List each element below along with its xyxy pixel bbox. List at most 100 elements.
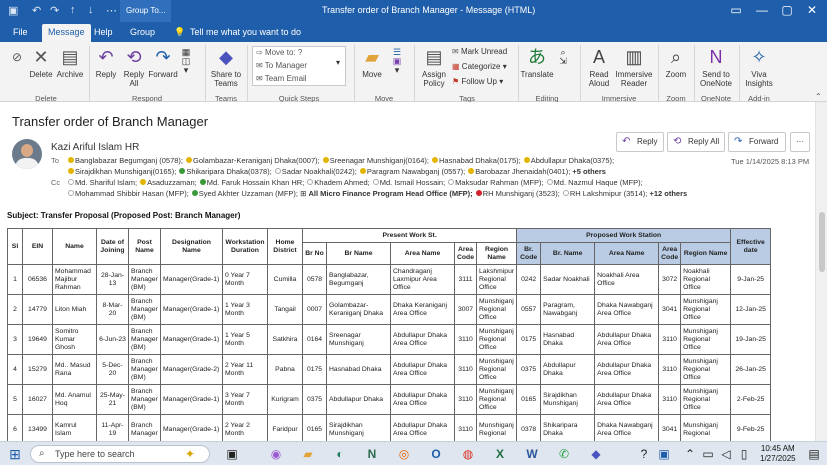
recipient[interactable]: Abdullapur Dhaka(0375); bbox=[531, 156, 614, 165]
redo-icon[interactable]: ↷ bbox=[50, 4, 59, 17]
cell-present-area-code: 3110 bbox=[454, 354, 477, 385]
context-tab-group[interactable]: Group To... bbox=[120, 0, 172, 22]
zoom-button[interactable]: ⌕ Zoom bbox=[661, 46, 691, 79]
forward-button[interactable]: ↷ Forward bbox=[148, 46, 178, 79]
delete-button[interactable]: ✕ Delete bbox=[28, 46, 54, 79]
down-arrow-icon[interactable]: ↓ bbox=[88, 4, 94, 16]
send-to-onenote-button[interactable]: N Send to OneNote bbox=[697, 46, 735, 88]
mark-unread-button[interactable]: ✉ Mark Unread bbox=[452, 47, 507, 57]
edge-icon[interactable]: ◐ bbox=[332, 446, 348, 462]
translate-button[interactable]: あ Translate bbox=[520, 46, 554, 79]
word-icon[interactable]: W bbox=[524, 446, 540, 462]
recipient[interactable]: Sadar Noakhali(0242); bbox=[282, 167, 357, 176]
group-expand-icon[interactable]: ⊞ bbox=[300, 189, 306, 198]
notifications-icon[interactable]: ▤ bbox=[806, 446, 822, 462]
recipient[interactable]: Golambazar-Keraniganj Dhaka(0007); bbox=[193, 156, 320, 165]
tell-me-search[interactable]: Tell me what you want to do bbox=[190, 27, 301, 37]
read-aloud-button[interactable]: A Read Aloud bbox=[584, 46, 614, 88]
app-n-icon[interactable]: N bbox=[364, 446, 380, 462]
collapse-ribbon-icon[interactable]: ⌃ bbox=[815, 92, 822, 102]
outlook-icon[interactable]: O bbox=[428, 446, 444, 462]
recipient[interactable]: Sreenagar Munshiganj(0164); bbox=[330, 156, 429, 165]
reply-all-inline-button[interactable]: ⟲ Reply All bbox=[667, 132, 725, 152]
app-icon[interactable]: ▣ bbox=[656, 446, 672, 462]
share-to-teams-button[interactable]: ◆ Share to Teams bbox=[208, 46, 244, 88]
sender-avatar[interactable] bbox=[12, 139, 42, 169]
copilot-icon[interactable]: ◉ bbox=[268, 446, 284, 462]
recipient[interactable]: Khadem Ahmed; bbox=[314, 178, 369, 187]
recipient[interactable]: RH Munshiganj (3523); bbox=[483, 189, 560, 198]
quick-step-to-manager[interactable]: ✉ To Manager bbox=[256, 61, 307, 71]
quick-steps-expand-icon[interactable]: ▾ bbox=[336, 58, 340, 68]
cc-more-link[interactable]: +12 others bbox=[649, 189, 687, 198]
follow-up-button[interactable]: ⚑ Follow Up ▾ bbox=[452, 77, 503, 87]
tab-help[interactable]: Help bbox=[94, 27, 113, 37]
restore-button[interactable]: ▢ bbox=[776, 3, 798, 17]
windows-start-icon[interactable]: ⊞ bbox=[7, 446, 23, 462]
up-arrow-icon[interactable]: ↑ bbox=[70, 4, 76, 16]
save-icon[interactable]: ▣ bbox=[8, 4, 18, 17]
archive-button[interactable]: ▤ Archive bbox=[54, 46, 86, 79]
taskbar-clock[interactable]: 10:45 AM 1/27/2025 bbox=[760, 444, 796, 464]
undo-icon[interactable]: ↶ bbox=[32, 4, 41, 17]
scrollbar-thumb[interactable] bbox=[819, 212, 825, 272]
vertical-scrollbar[interactable] bbox=[815, 102, 827, 441]
more-actions-button[interactable]: ··· bbox=[790, 132, 810, 152]
ribbon-display-options-icon[interactable]: ▭ bbox=[725, 3, 747, 17]
forward-inline-button[interactable]: ↷ Forward bbox=[728, 132, 786, 152]
recipient[interactable]: Maksudar Rahman (MFP); bbox=[455, 178, 543, 187]
reply-button[interactable]: ↶ Reply bbox=[92, 46, 120, 79]
close-button[interactable]: ✕ bbox=[801, 3, 823, 17]
cell-proposed-region: Munshiganj Regional Office bbox=[680, 294, 732, 325]
battery-icon[interactable]: ▯ bbox=[736, 446, 752, 462]
teams-taskbar-icon[interactable]: ◆ bbox=[588, 446, 604, 462]
chrome-icon[interactable]: ◍ bbox=[460, 446, 476, 462]
recipient[interactable]: Md. Ismail Hossain; bbox=[380, 178, 445, 187]
assign-policy-button[interactable]: ▤ Assign Policy bbox=[418, 46, 450, 88]
move-more-button[interactable]: ☰ ▣ ▾ bbox=[388, 48, 406, 75]
customize-toolbar-icon[interactable]: ⋯ bbox=[106, 4, 117, 17]
respond-more-button[interactable]: ▦ ◫ ▾ bbox=[179, 48, 193, 75]
recipient[interactable]: Md. Faruk Hossain Khan HR; bbox=[207, 178, 305, 187]
viva-insights-button[interactable]: ✧ Viva Insights bbox=[742, 46, 776, 88]
sender-name[interactable]: Kazi Ariful Islam HR bbox=[51, 142, 139, 153]
editing-more-button[interactable]: ⌕ ⇲ bbox=[556, 48, 570, 66]
firefox-icon[interactable]: ◎ bbox=[396, 446, 412, 462]
recipient[interactable]: Paragram Nawabganj (0557); bbox=[367, 167, 465, 176]
show-hidden-icons[interactable]: ⌃ bbox=[682, 446, 698, 462]
recipient-group[interactable]: All Micro Finance Program Head Office (M… bbox=[308, 189, 472, 198]
tab-message[interactable]: Message bbox=[42, 24, 91, 42]
network-icon[interactable]: ▭ bbox=[700, 446, 716, 462]
recipient[interactable]: Sirajdikhan Munshiganj(0165); bbox=[75, 167, 176, 176]
excel-icon[interactable]: X bbox=[492, 446, 508, 462]
recipient[interactable]: Md. Shariful Islam; bbox=[75, 178, 137, 187]
cell-post-name: Branch Manager (BM) bbox=[128, 264, 161, 295]
to-more-link[interactable]: +5 others bbox=[572, 167, 606, 176]
minimize-button[interactable]: — bbox=[751, 3, 773, 17]
recipient[interactable]: RH Lakshmipur (3514); bbox=[570, 189, 648, 198]
tab-group[interactable]: Group bbox=[130, 27, 155, 37]
whatsapp-icon[interactable]: ✆ bbox=[556, 446, 572, 462]
recipient[interactable]: Banglabazar Begumganj (0578); bbox=[75, 156, 183, 165]
recipient[interactable]: Hasnabad Dhaka(0175); bbox=[439, 156, 521, 165]
reply-inline-button[interactable]: ↶ Reply bbox=[616, 132, 664, 152]
volume-icon[interactable]: ◁ bbox=[718, 446, 734, 462]
recipient[interactable]: Mohammad Shibbir Hasan (MFP); bbox=[75, 189, 189, 198]
file-explorer-icon[interactable]: ▰ bbox=[300, 446, 316, 462]
recipient[interactable]: Md. Nazmul Haque (MFP); bbox=[554, 178, 643, 187]
recipient[interactable]: Syed Akhter Uzzaman (MFP); bbox=[199, 189, 298, 198]
immersive-reader-button[interactable]: ▥ Immersive Reader bbox=[614, 46, 654, 88]
recipient[interactable]: Asaduzzaman; bbox=[147, 178, 197, 187]
categorize-button[interactable]: ▦ Categorize ▾ bbox=[452, 62, 507, 72]
reply-all-button[interactable]: ⟲ Reply All bbox=[120, 46, 148, 88]
recipient[interactable]: Barobazar Jhenaidah(0401); bbox=[475, 167, 570, 176]
quick-step-team-email[interactable]: ✉ Team Email bbox=[256, 74, 307, 84]
tab-file[interactable]: File bbox=[13, 27, 28, 37]
quick-step-move-to[interactable]: ⇨ Move to: ? bbox=[256, 48, 302, 58]
task-view-icon[interactable]: ▣ bbox=[224, 446, 240, 462]
recipient[interactable]: Shikaripara Dhaka(0378); bbox=[186, 167, 271, 176]
move-button[interactable]: ▰ Move bbox=[358, 46, 386, 79]
ignore-junk-button[interactable]: ⊘ bbox=[6, 46, 28, 70]
help-icon[interactable]: ? bbox=[636, 446, 652, 462]
avatar-face bbox=[21, 144, 33, 157]
